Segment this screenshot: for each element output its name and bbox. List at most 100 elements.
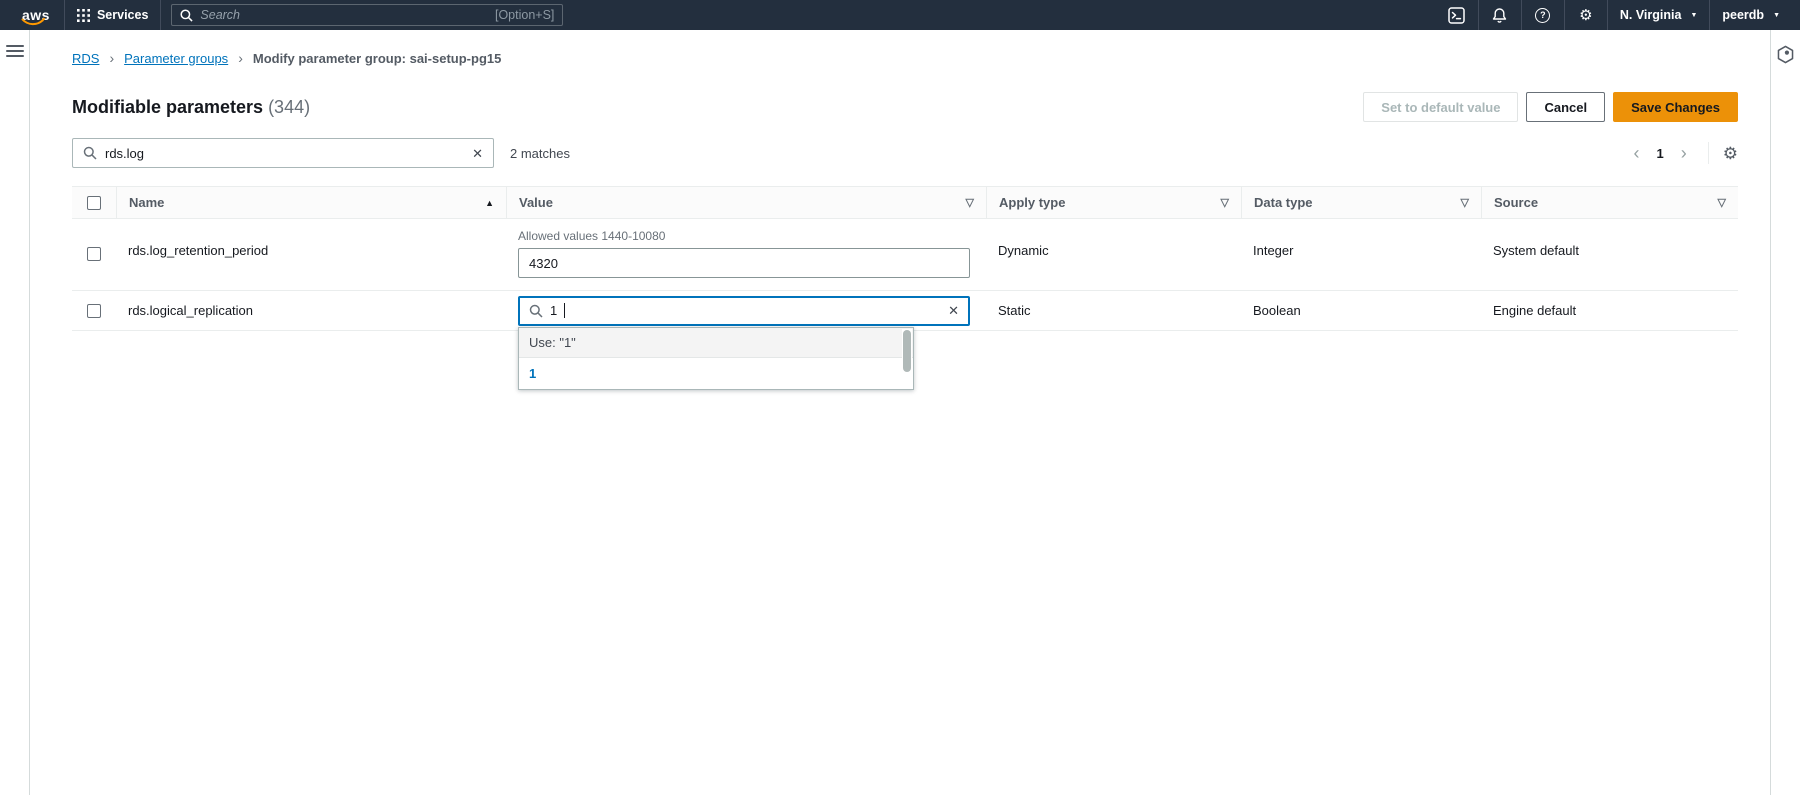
cloudshell-button[interactable] [1436,7,1478,24]
column-label: Source [1494,195,1538,210]
current-page-number[interactable]: 1 [1651,146,1670,161]
toolbar: ✕ 2 matches ‹ 1 › ⚙ [72,138,1738,168]
match-count: 2 matches [510,146,570,161]
notifications-button[interactable] [1479,7,1521,24]
data-type-value: Boolean [1241,303,1481,318]
cloudshell-terminal-icon [1448,7,1465,24]
breadcrumb: RDS › Parameter groups › Modify paramete… [72,50,1738,66]
column-label: Name [129,195,164,210]
topbar-right-group: ? ⚙ N. Virginia ▼ peerdb ▼ [1436,0,1792,30]
page-title-text: Modifiable parameters [72,97,263,117]
clear-value-icon[interactable]: ✕ [948,304,959,317]
row-checkbox[interactable] [87,247,101,261]
set-to-default-button[interactable]: Set to default value [1363,92,1518,122]
side-panel-hexagon-icon[interactable] [1776,45,1795,64]
services-label: Services [97,8,148,22]
next-page-button[interactable]: › [1674,144,1694,162]
help-icon: ? [1535,8,1550,23]
gear-icon: ⚙ [1579,8,1592,23]
value-search-combobox[interactable]: 1 ✕ [518,296,970,326]
parameters-table: Name ▲ Value ▽ Apply type ▽ [72,186,1738,331]
help-button[interactable]: ? [1522,8,1564,23]
text-caret [564,303,565,318]
source-value: System default [1481,229,1738,258]
parameter-value-cell: 1 ✕ Use: "1" 1 [506,296,986,326]
parameter-name: rds.logical_replication [116,303,506,318]
help-glyph: ? [1540,10,1546,20]
right-side-rail [1770,30,1800,795]
row-select-cell [72,304,116,318]
aws-console-screen: aws Services Search [Op [0,0,1800,795]
column-header-value: Value ▽ [506,187,986,218]
table-header-row: Name ▲ Value ▽ Apply type ▽ [72,186,1738,219]
page-title: Modifiable parameters(344) [72,97,310,118]
data-type-value: Integer [1241,229,1481,258]
breadcrumb-link-rds[interactable]: RDS [72,51,99,66]
parameter-filter-input[interactable] [105,146,464,161]
panel-header: Modifiable parameters(344) Set to defaul… [72,92,1738,122]
account-menu[interactable]: peerdb ▼ [1710,0,1792,30]
column-label: Apply type [999,195,1065,210]
main-content: RDS › Parameter groups › Modify paramete… [30,30,1770,795]
search-icon [83,146,97,160]
parameter-value-input[interactable] [518,248,970,278]
global-search-box[interactable]: Search [Option+S] [171,4,563,26]
breadcrumb-current: Modify parameter group: sai-setup-pg15 [253,51,501,66]
toolbar-divider [1708,142,1709,164]
global-search-placeholder: Search [200,8,488,22]
breadcrumb-link-parameter-groups[interactable]: Parameter groups [124,51,228,66]
parameter-name: rds.log_retention_period [116,229,506,258]
use-typed-value-option[interactable]: Use: "1" [519,328,913,358]
page-body: RDS › Parameter groups › Modify paramete… [0,30,1800,795]
cancel-button[interactable]: Cancel [1526,92,1605,122]
chevron-down-icon: ▼ [1773,12,1780,19]
search-icon [180,9,193,22]
global-search-shortcut: [Option+S] [495,8,554,22]
topbar-divider [160,0,161,30]
filter-dropdown-icon[interactable]: ▽ [1718,196,1726,209]
select-all-checkbox[interactable] [87,196,101,210]
sort-ascending-icon[interactable]: ▲ [485,198,494,208]
filter-dropdown-icon[interactable]: ▽ [966,196,974,209]
dropdown-scrollbar [902,329,912,388]
save-changes-button[interactable]: Save Changes [1613,92,1738,122]
parameter-value-cell: Allowed values 1440-10080 [506,229,986,278]
chevron-down-icon: ▼ [1690,12,1697,19]
region-selector[interactable]: N. Virginia ▼ [1608,0,1710,30]
clear-filter-icon[interactable]: ✕ [472,147,483,160]
bell-icon [1491,7,1508,24]
allowed-values-hint: Allowed values 1440-10080 [518,229,970,243]
column-label: Data type [1254,195,1313,210]
region-label: N. Virginia [1620,8,1682,22]
matching-value-option[interactable]: 1 [519,358,913,389]
combobox-value-text: 1 [550,303,557,318]
column-label: Value [519,195,553,210]
filter-dropdown-icon[interactable]: ▽ [1461,196,1469,209]
column-header-apply-type: Apply type ▽ [986,187,1241,218]
column-header-name[interactable]: Name ▲ [116,187,506,218]
apply-type-value: Dynamic [986,229,1241,258]
table-row: rds.logical_replication 1 ✕ Use [72,291,1738,331]
parameter-filter-box: ✕ [72,138,494,168]
column-header-source: Source ▽ [1481,187,1738,218]
previous-page-button[interactable]: ‹ [1627,144,1647,162]
left-side-rail [0,30,30,795]
row-checkbox[interactable] [87,304,101,318]
search-icon [529,304,543,318]
parameter-count: (344) [268,97,310,117]
column-header-data-type: Data type ▽ [1241,187,1481,218]
source-value: Engine default [1481,303,1738,318]
top-nav-bar: aws Services Search [Op [0,0,1800,30]
aws-logo[interactable]: aws [8,0,64,30]
filter-dropdown-icon[interactable]: ▽ [1221,196,1229,209]
services-grid-icon [77,9,90,22]
apply-type-value: Static [986,303,1241,318]
select-all-cell [72,187,116,218]
hamburger-menu-icon[interactable] [6,42,24,57]
dropdown-scrollbar-thumb[interactable] [903,330,911,372]
chevron-right-icon: › [238,50,243,66]
settings-button[interactable]: ⚙ [1565,8,1607,23]
services-menu-button[interactable]: Services [65,0,160,30]
row-select-cell [72,247,116,261]
table-preferences-gear-icon[interactable]: ⚙ [1723,145,1738,162]
